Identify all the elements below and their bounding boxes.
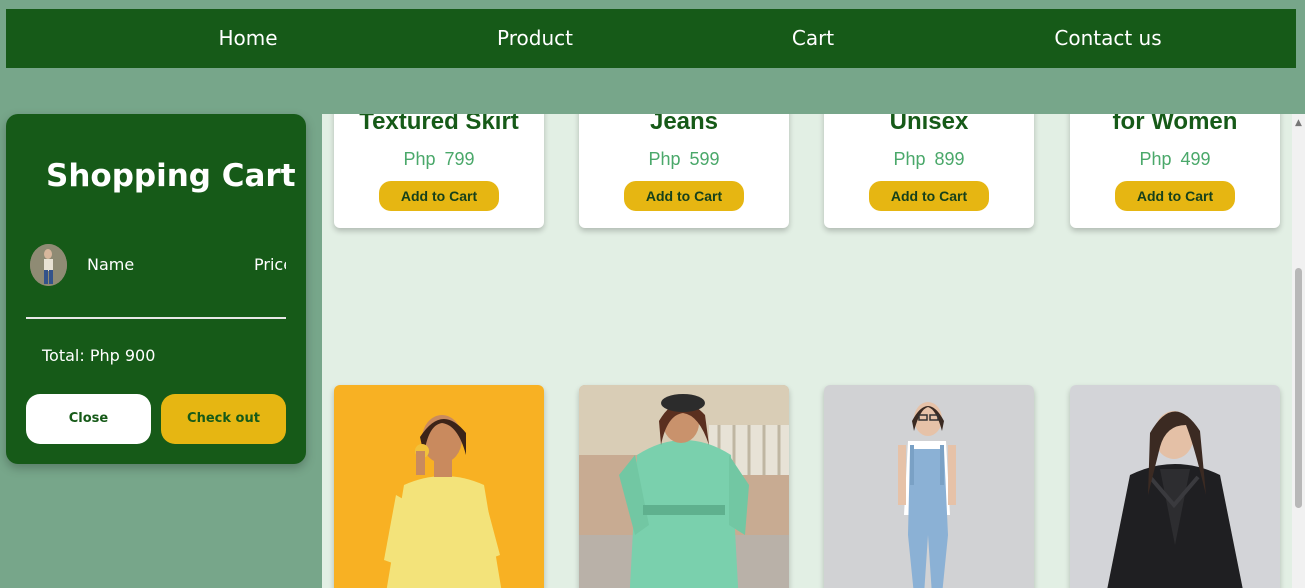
add-to-cart-button[interactable]: Add to Cart bbox=[1115, 181, 1235, 211]
product-card: Grey Sweater Unisex Php 899 Add to Cart bbox=[824, 114, 1034, 228]
nav-cart-link[interactable]: Cart bbox=[792, 9, 834, 68]
scroll-up-arrow-icon[interactable]: ▲ bbox=[1292, 116, 1305, 130]
add-to-cart-button[interactable]: Add to Cart bbox=[624, 181, 744, 211]
product-name: Grey Sweater Unisex bbox=[889, 114, 969, 135]
product-name: Sleeveless Dress for Women bbox=[1112, 114, 1238, 135]
cart-divider bbox=[26, 317, 286, 319]
product-name: Blue Denim Jeans bbox=[649, 114, 719, 135]
product-name: Black & White Textured Skirt bbox=[359, 114, 519, 135]
product-price: Php 899 bbox=[893, 149, 965, 169]
product-price: Php 499 bbox=[1139, 149, 1211, 169]
product-grid: Black & White Textured Skirt Php 799 Add… bbox=[322, 114, 1292, 588]
product-image[interactable] bbox=[334, 385, 544, 588]
scrollbar-thumb[interactable] bbox=[1295, 268, 1302, 508]
nav-home-link[interactable]: Home bbox=[218, 9, 277, 68]
checkout-button[interactable]: Check out bbox=[161, 394, 286, 444]
cart-item-thumbnail bbox=[30, 244, 67, 286]
shopping-cart-panel: Shopping Cart Name Price Total: Php 900 … bbox=[6, 114, 306, 464]
product-image[interactable] bbox=[1070, 385, 1280, 588]
top-navigation: Home Product Cart Contact us bbox=[6, 9, 1296, 68]
product-card: Black & White Textured Skirt Php 799 Add… bbox=[334, 114, 544, 228]
product-card: Blue Denim Jeans Php 599 Add to Cart bbox=[579, 114, 789, 228]
cart-column-price: Price bbox=[254, 255, 286, 274]
nav-product-link[interactable]: Product bbox=[497, 9, 573, 68]
product-card: Sleeveless Dress for Women Php 499 Add t… bbox=[1070, 114, 1280, 228]
nav-contact-link[interactable]: Contact us bbox=[1054, 9, 1161, 68]
add-to-cart-button[interactable]: Add to Cart bbox=[379, 181, 499, 211]
product-image[interactable] bbox=[824, 385, 1034, 588]
cart-total: Total: Php 900 bbox=[42, 346, 156, 365]
page: Home Product Cart Contact us Textured Sk… bbox=[0, 0, 1305, 588]
add-to-cart-button[interactable]: Add to Cart bbox=[869, 181, 989, 211]
cart-title: Shopping Cart bbox=[46, 158, 296, 194]
product-price: Php 799 bbox=[403, 149, 475, 169]
cart-column-name: Name bbox=[87, 255, 135, 274]
product-image[interactable] bbox=[579, 385, 789, 588]
product-price: Php 599 bbox=[648, 149, 720, 169]
close-button[interactable]: Close bbox=[26, 394, 151, 444]
page-scrollbar[interactable]: ▲ bbox=[1292, 114, 1305, 588]
